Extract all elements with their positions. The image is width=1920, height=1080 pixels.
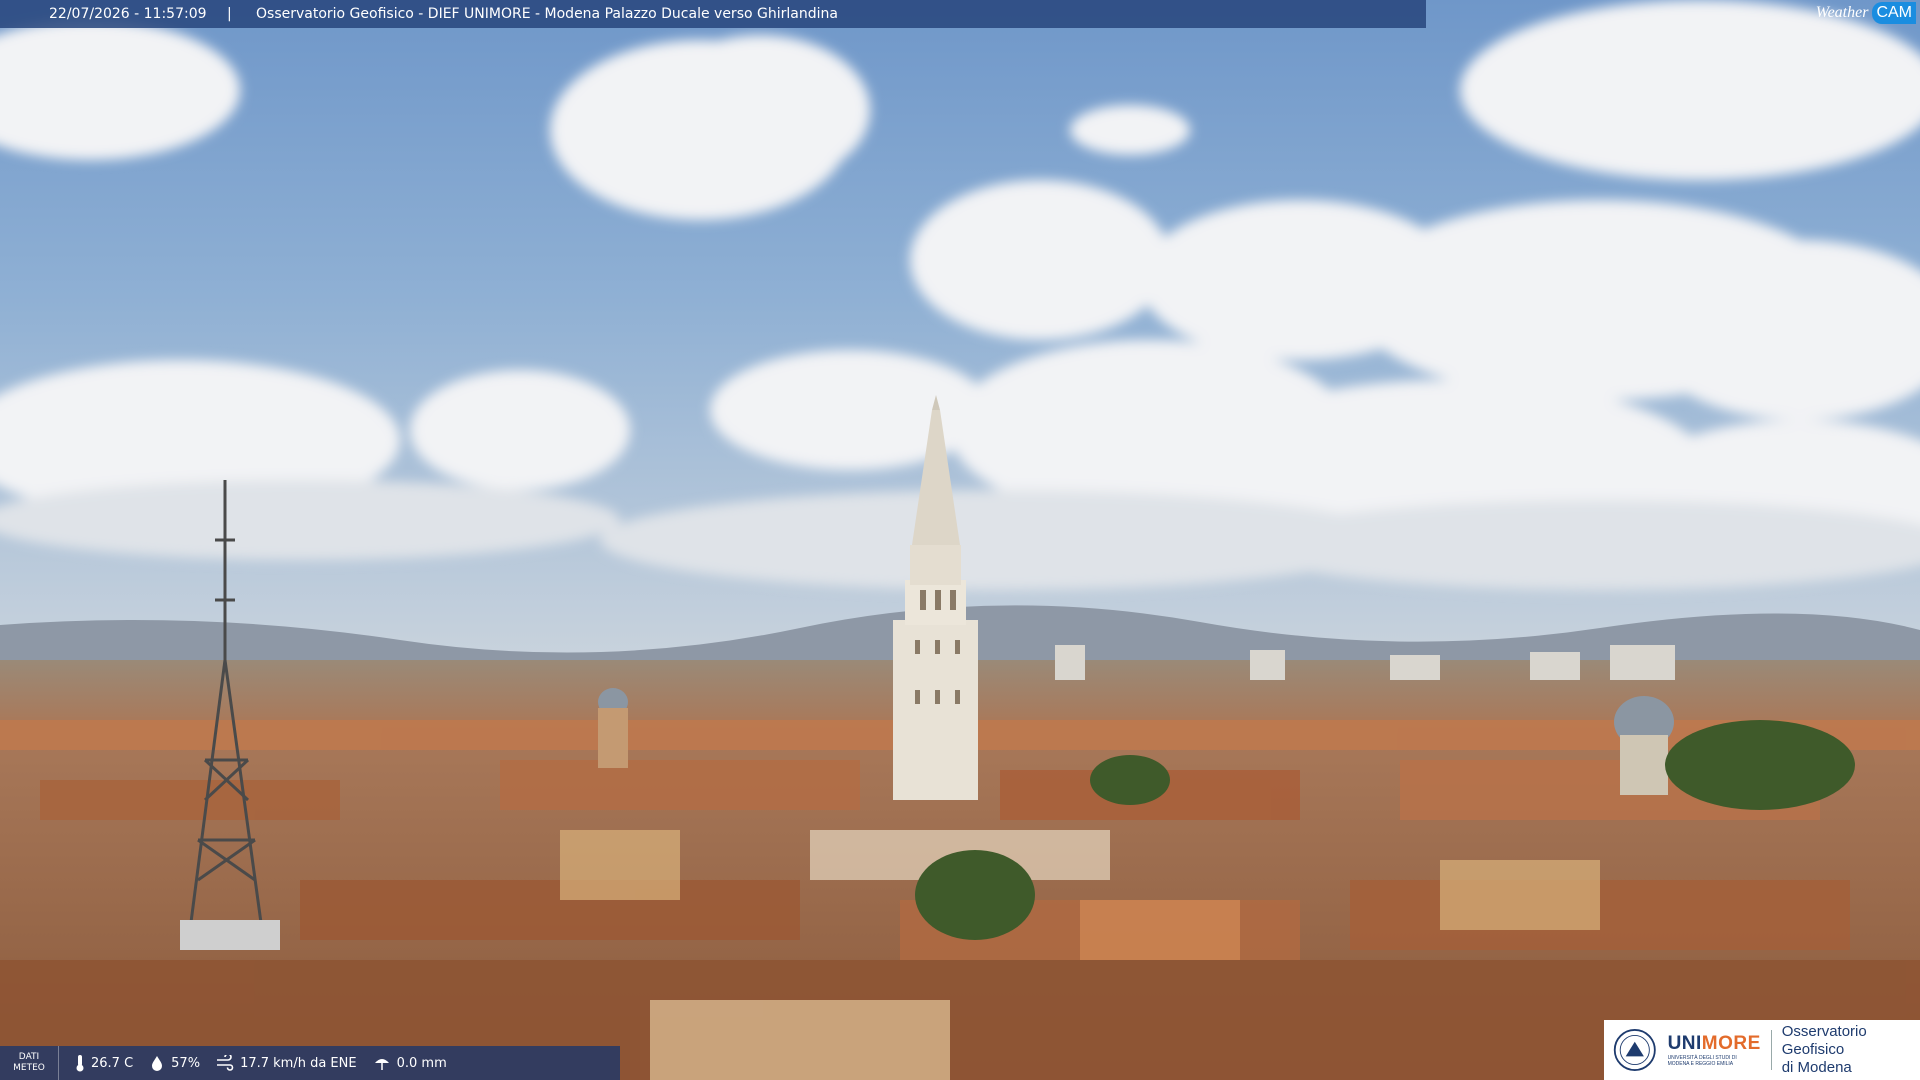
humidity-value: 57% bbox=[171, 1055, 201, 1071]
antenna-equipment bbox=[180, 920, 280, 950]
webcam-scene bbox=[0, 0, 1920, 1080]
unimore-wordmark: UNIMORE UNIVERSITÀ DEGLI STUDI DI MODENA… bbox=[1668, 1033, 1761, 1067]
observatory-line1: Osservatorio Geofisico bbox=[1781, 1023, 1867, 1058]
wind-reading: 17.7 km/h da ENE bbox=[216, 1055, 357, 1071]
rain-reading: 0.0 mm bbox=[373, 1055, 447, 1071]
timestamp: 22/07/2026 - 11:57:09 bbox=[49, 6, 207, 22]
logo-divider bbox=[1770, 1030, 1772, 1070]
weather-label-line1: DATI bbox=[18, 1052, 40, 1062]
humidity-icon bbox=[149, 1055, 165, 1071]
wind-value: 17.7 km/h da ENE bbox=[240, 1055, 357, 1071]
unimore-subtitle: UNIVERSITÀ DEGLI STUDI DI MODENA E REGGI… bbox=[1667, 1055, 1737, 1067]
observatory-line2: di Modena bbox=[1781, 1059, 1852, 1076]
temperature-value: 26.7 C bbox=[91, 1055, 134, 1071]
header-separator: | bbox=[227, 6, 232, 22]
humidity-reading: 57% bbox=[149, 1055, 200, 1071]
camera-title: Osservatorio Geofisico - DIEF UNIMORE - … bbox=[256, 6, 838, 22]
thermometer-icon bbox=[75, 1054, 85, 1072]
unimore-logo-box: UNIMORE UNIVERSITÀ DEGLI STUDI DI MODENA… bbox=[1604, 1020, 1920, 1080]
brand-cam: CAM bbox=[1872, 2, 1916, 24]
brand-weather: Weather bbox=[1815, 4, 1869, 21]
weathercam-brand: Weather CAM bbox=[1816, 0, 1920, 26]
camera-header-bar: 22/07/2026 - 11:57:09 | Osservatorio Geo… bbox=[0, 0, 1426, 28]
temperature-reading: 26.7 C bbox=[75, 1054, 133, 1072]
wind-icon bbox=[216, 1055, 234, 1071]
rain-icon bbox=[373, 1055, 391, 1071]
weather-data-bar: DATI METEO 26.7 C 57% 17.7 km/h da ENE 0… bbox=[0, 1046, 620, 1080]
unimore-seal-icon bbox=[1613, 1029, 1656, 1071]
unimore-uni: UNI bbox=[1667, 1033, 1702, 1054]
rain-value: 0.0 mm bbox=[396, 1055, 447, 1071]
unimore-name: UNIMORE bbox=[1668, 1033, 1761, 1055]
observatory-name: Osservatorio Geofisico di Modena bbox=[1782, 1023, 1920, 1077]
unimore-more: MORE bbox=[1701, 1033, 1761, 1054]
weather-label-line2: METEO bbox=[13, 1063, 45, 1073]
weather-label: DATI METEO bbox=[0, 1046, 59, 1080]
